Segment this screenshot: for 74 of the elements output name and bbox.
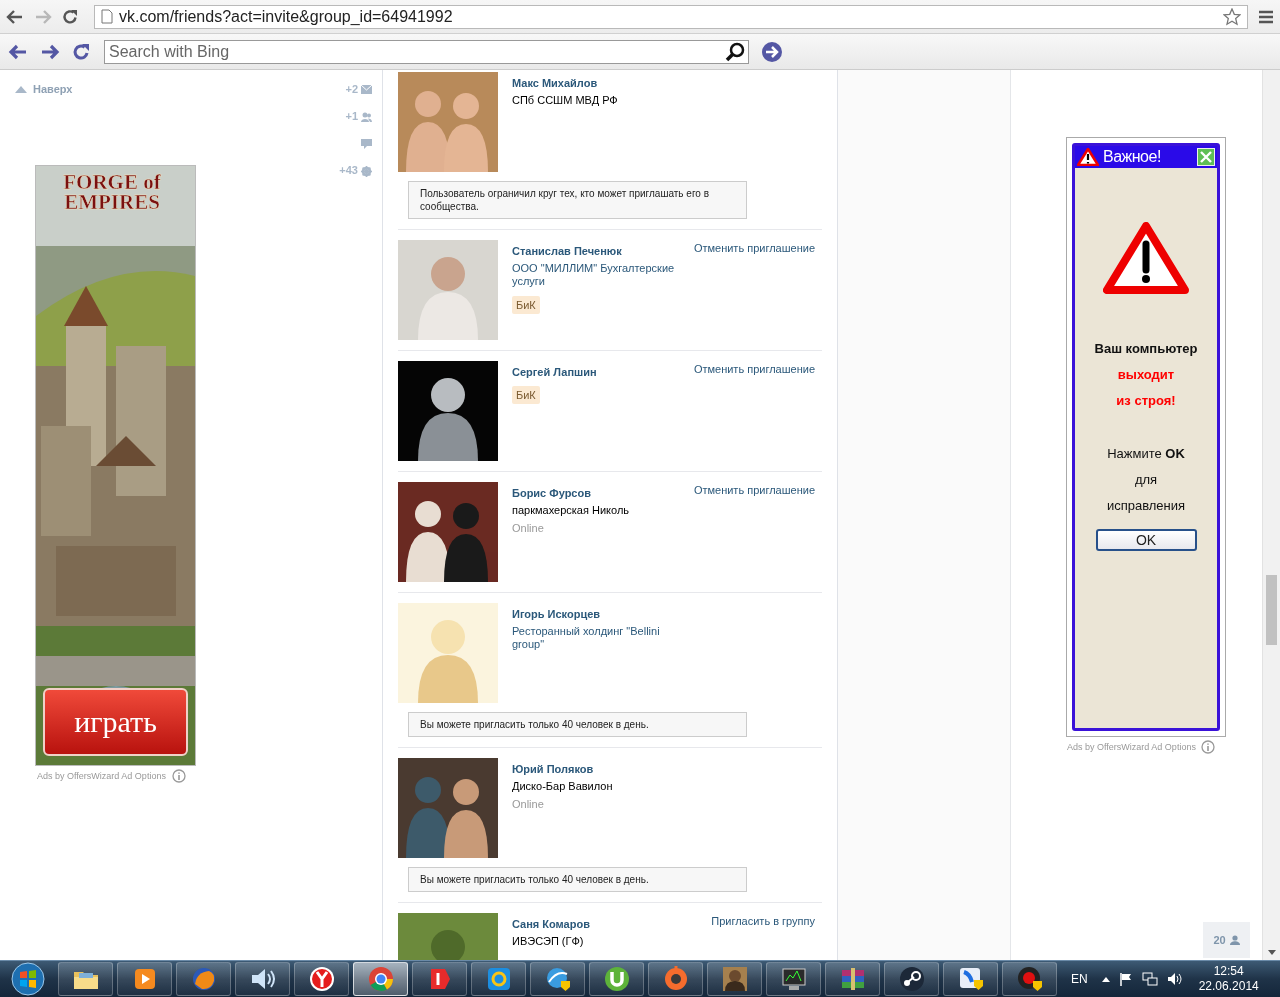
warning-text: Ваш компьютер: [1094, 340, 1198, 358]
caret-icon[interactable]: [1101, 976, 1110, 982]
speaker-icon[interactable]: [1166, 972, 1183, 986]
person-name-link[interactable]: Саня Комаров: [512, 918, 590, 930]
taskbar-button[interactable]: [766, 962, 821, 996]
person-name-link[interactable]: Сергей Лапшин: [512, 366, 597, 378]
back-icon[interactable]: [6, 8, 24, 25]
warning-text: Нажмите OK: [1107, 445, 1185, 463]
info-icon[interactable]: [171, 769, 186, 783]
star-icon[interactable]: [1223, 7, 1241, 26]
page-icon: [101, 9, 113, 24]
warning-text: из строя!: [1116, 392, 1176, 410]
subtitle-text: СПб ССШМ МВД РФ: [512, 94, 618, 107]
play-button[interactable]: играть: [43, 688, 188, 756]
scroll-down-icon[interactable]: [1267, 950, 1276, 955]
person-name-link[interactable]: Юрий Поляков: [512, 763, 594, 775]
taskbar-button[interactable]: [589, 962, 644, 996]
person-icon: [1229, 935, 1240, 945]
search-icon[interactable]: [725, 41, 745, 62]
person-name-link[interactable]: Станислав Печенюк: [512, 245, 622, 257]
warning-text: выходит: [1117, 366, 1175, 384]
forward-icon[interactable]: [40, 43, 60, 60]
taskbar-button[interactable]: [117, 962, 172, 996]
flag-icon[interactable]: [1118, 972, 1133, 986]
invite-action-link[interactable]: Пригласить в группу: [711, 913, 822, 927]
warning-text: исправления: [1106, 497, 1186, 515]
online-status: Online: [512, 522, 544, 534]
taskbar-button[interactable]: [825, 962, 880, 996]
subtitle-text: паркмахерская Николь: [512, 504, 630, 517]
invite-action-link[interactable]: Отменить приглашение: [693, 240, 822, 254]
notice-message: Вы можете пригласить только 40 человек в день.: [408, 712, 747, 737]
windows-logo-icon[interactable]: [11, 962, 45, 996]
taskbar-button[interactable]: [412, 962, 467, 996]
refresh-icon[interactable]: [72, 42, 90, 61]
person-name-link[interactable]: Игорь Искорцев: [512, 608, 601, 620]
person-name-link[interactable]: Макс Михайлов: [512, 77, 598, 89]
notice-message: Вы можете пригласить только 40 человек в день.: [408, 867, 747, 892]
dialog-title: Важное!: [1103, 148, 1162, 166]
info-icon[interactable]: [1200, 740, 1215, 754]
notice-message: Пользователь ограничил круг тех, кто может приглашать его в сообщества.: [408, 181, 747, 219]
warning-icon: [1103, 222, 1189, 294]
taskbar-button[interactable]: [235, 962, 290, 996]
back-icon[interactable]: [8, 43, 28, 60]
taskbar-button[interactable]: [530, 962, 585, 996]
invite-action-link[interactable]: Отменить приглашение: [693, 482, 822, 496]
taskbar-button[interactable]: [1002, 962, 1057, 996]
taskbar-button[interactable]: [471, 962, 526, 996]
menu-icon[interactable]: [1258, 9, 1274, 24]
group-tag: БиК: [512, 296, 540, 314]
subtitle-text: ИВЭСЭП (ГФ): [512, 935, 584, 948]
warning-text: для: [1134, 471, 1158, 489]
reload-icon[interactable]: [62, 8, 78, 25]
network-icon[interactable]: [1141, 972, 1158, 986]
warning-icon: [1077, 148, 1099, 166]
clock-button[interactable]: 12:54 22.06.2014: [1198, 964, 1259, 994]
search-field[interactable]: Search with Bing: [104, 39, 749, 64]
group-tag: БиК: [512, 386, 540, 404]
go-icon[interactable]: [761, 40, 783, 63]
ad-banner[interactable]: FORGE of EMPIRES играть: [35, 165, 196, 766]
online-status: Online: [512, 798, 544, 810]
ok-button[interactable]: OK: [1095, 529, 1197, 551]
address-field[interactable]: vk.com/friends?act=invite&group_id=64941992: [94, 4, 1248, 29]
invite-action-link[interactable]: Отменить приглашение: [693, 361, 822, 375]
company-link[interactable]: Ресторанный холдинг "Bellini group": [512, 625, 682, 651]
company-link[interactable]: ООО "МИЛЛИМ" Бухгалтерские услуги: [512, 262, 682, 288]
subtitle-text: Диско-Бар Вавилон: [512, 780, 613, 793]
taskbar-button[interactable]: [943, 962, 998, 996]
game-logo: FORGE of EMPIRES: [62, 172, 162, 212]
scrollbar-thumb[interactable]: [1266, 575, 1277, 645]
taskbar-button[interactable]: [294, 962, 349, 996]
taskbar-button[interactable]: [884, 962, 939, 996]
language-indicator[interactable]: EN: [1071, 972, 1088, 986]
person-name-link[interactable]: Борис Фурсов: [512, 487, 591, 499]
taskbar-button[interactable]: [58, 962, 113, 996]
